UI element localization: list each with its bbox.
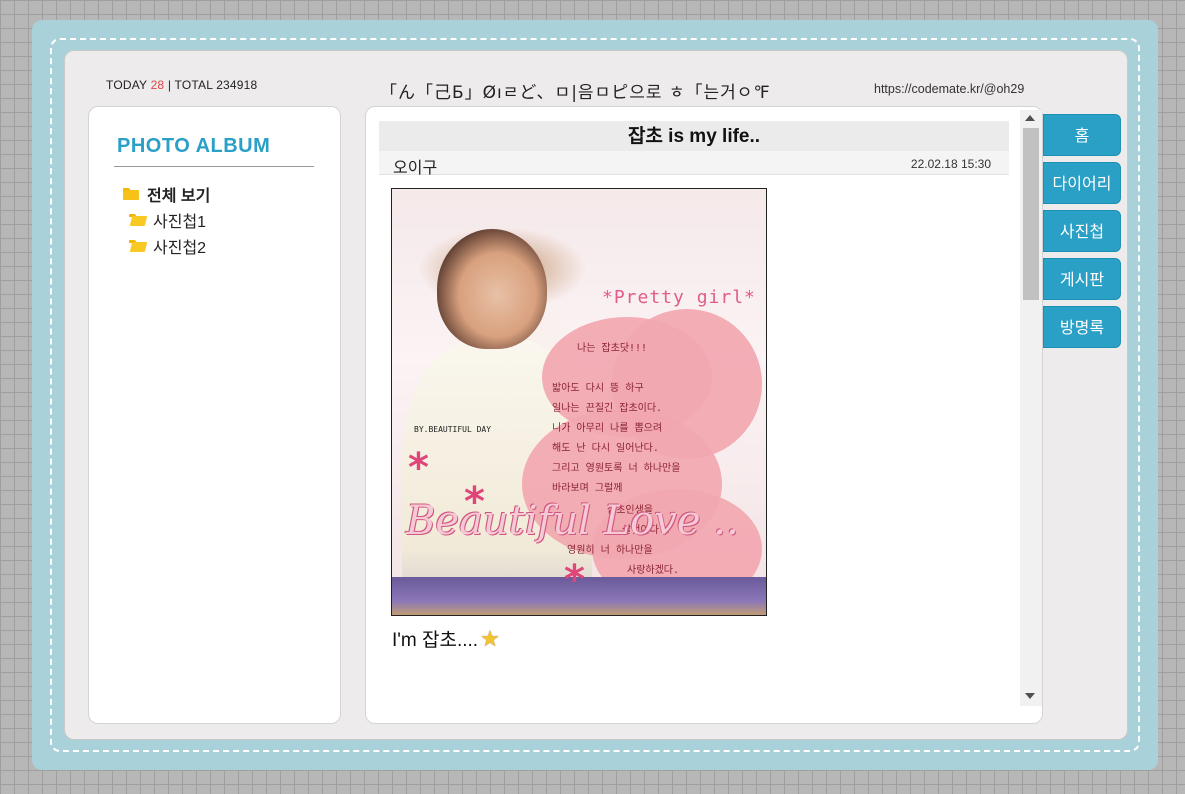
folder-all[interactable]: 전체 보기 xyxy=(123,181,210,207)
album-title: PHOTO ALBUM xyxy=(117,135,271,157)
today-count: 28 xyxy=(150,78,165,92)
post-meta: 오이구 22.02.18 15:30 xyxy=(379,151,1009,177)
photo-by-text: BY.BEAUTIFUL DAY xyxy=(414,425,492,434)
poem-line: 나는 잡초닷!!! xyxy=(577,343,648,354)
asterisk-decoration: * xyxy=(408,445,429,491)
album-sidebar: PHOTO ALBUM 전체 보기 사진첩1 사진첩2 xyxy=(88,106,341,724)
poem-line: 니가 아무리 나를 뽑으려 xyxy=(552,423,663,434)
poem-line: 그리고 영원토록 너 하나만을 xyxy=(552,463,681,474)
post-author: 오이구 xyxy=(393,160,438,177)
folder-album-1[interactable]: 사진첩1 xyxy=(123,207,210,233)
poem-line: 바라보며 그럴께 xyxy=(552,483,623,494)
post-date: 22.02.18 15:30 xyxy=(910,157,991,171)
nav-guestbook[interactable]: 방명록 xyxy=(1043,306,1121,348)
post-scrollbar[interactable] xyxy=(1020,110,1042,706)
star-icon: ★ xyxy=(480,625,500,651)
photo-figure-head xyxy=(437,229,547,349)
scroll-thumb[interactable] xyxy=(1023,128,1039,300)
photo-script-text: Beautiful Love .. xyxy=(406,498,739,544)
today-label: TODAY xyxy=(106,78,148,92)
folder-tree: 전체 보기 사진첩1 사진첩2 xyxy=(123,181,210,259)
folder-open-icon xyxy=(129,240,145,252)
side-nav: 홈 다이어리 사진첩 게시판 방명록 xyxy=(1043,114,1121,354)
nav-board[interactable]: 게시판 xyxy=(1043,258,1121,300)
post-panel: 잡초 is my life.. 오이구 22.02.18 15:30 *Pret… xyxy=(365,106,1043,724)
folder-label: 사진첩1 xyxy=(153,214,207,231)
caption-text: I'm 잡초.... xyxy=(392,630,479,651)
homepage-title: 「ん「己Ƃ」Øıㄹど、ㅁ|음ㅁピ으로 ㅎ「는거ㅇ℉ xyxy=(380,83,771,103)
counter-separator: | xyxy=(167,78,172,92)
total-count: 234918 xyxy=(216,78,258,92)
scroll-up-arrow-icon[interactable] xyxy=(1025,115,1035,121)
album-divider xyxy=(114,166,314,167)
poem-line: 사랑하겠다. xyxy=(627,565,680,576)
total-label: TOTAL xyxy=(174,78,213,92)
post-title: 잡초 is my life.. xyxy=(379,121,1009,151)
scroll-down-arrow-icon[interactable] xyxy=(1025,693,1035,699)
folder-label: 전체 보기 xyxy=(147,188,211,205)
poem-line: 해도 난 다시 일어난다. xyxy=(552,443,659,454)
photo-pretty-text: *Pretty girl* xyxy=(602,287,756,308)
nav-home[interactable]: 홈 xyxy=(1043,114,1121,156)
nav-diary[interactable]: 다이어리 xyxy=(1043,162,1121,204)
folder-icon xyxy=(123,188,139,200)
post-photo[interactable]: *Pretty girl* BY.BEAUTIFUL DAY 나는 잡초닷!!!… xyxy=(391,188,767,616)
nav-photo-album[interactable]: 사진첩 xyxy=(1043,210,1121,252)
folder-open-icon xyxy=(129,214,145,226)
post-caption: I'm 잡초.... ★ xyxy=(392,625,500,652)
poem-line: 일나는 끈질긴 잡초이다. xyxy=(552,403,663,414)
asterisk-decoration: * xyxy=(564,557,585,603)
folder-label: 사진첩2 xyxy=(153,240,207,257)
asterisk-decoration: * xyxy=(464,479,485,525)
visit-counter: TODAY 28 | TOTAL 234918 xyxy=(106,78,257,92)
poem-line: 밟아도 다시 뜽 하구 xyxy=(552,383,644,394)
folder-album-2[interactable]: 사진첩2 xyxy=(123,233,210,259)
homepage-url[interactable]: https://codemate.kr/@oh29 xyxy=(874,82,1024,96)
